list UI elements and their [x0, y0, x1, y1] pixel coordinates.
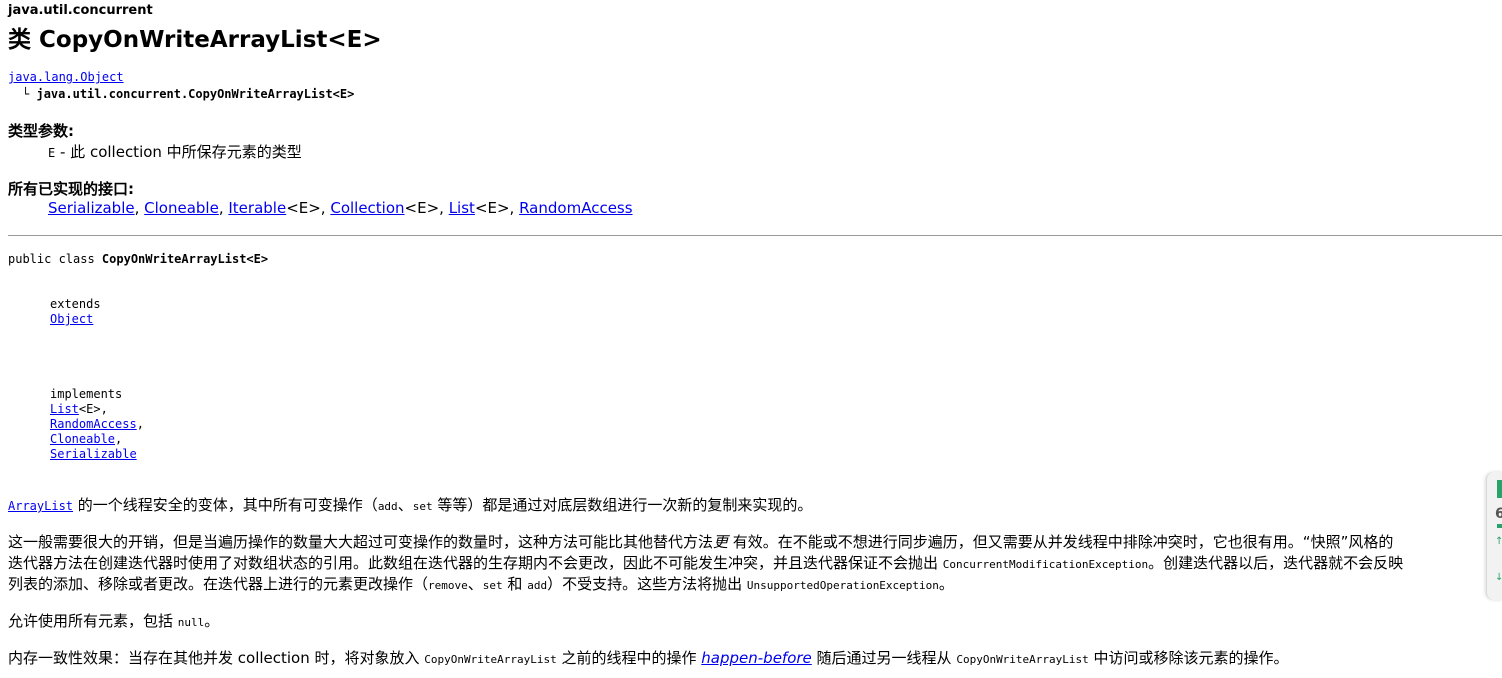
- description-text: 和: [502, 575, 528, 593]
- description-paragraph-1: ArrayList 的一个线程安全的变体，其中所有可变操作（add、set 等等…: [8, 495, 1502, 517]
- interface-cloneable-link[interactable]: Cloneable: [144, 199, 219, 217]
- extends-keyword: extends: [50, 297, 101, 311]
- implements-entry: Cloneable,: [50, 432, 122, 446]
- interface-suffix: <E>,: [286, 199, 331, 217]
- javadoc-page: java.util.concurrent 类 CopyOnWriteArrayL…: [0, 0, 1502, 678]
- interface-serializable-link[interactable]: Serializable: [48, 199, 135, 217]
- implements-entry: RandomAccess,: [50, 417, 144, 431]
- description-text: 的一个线程安全的变体，其中所有可变操作（: [73, 496, 378, 514]
- description-text: 中访问或移除该元素的操作。: [1088, 649, 1289, 667]
- inheritance-class-name: java.util.concurrent.CopyOnWriteArrayLis…: [36, 87, 355, 101]
- interfaces-label: 所有已实现的接口:: [8, 180, 134, 198]
- declaration-class-name: CopyOnWriteArrayList<E>: [101, 252, 269, 266]
- widget-digit: 6: [1495, 506, 1502, 522]
- extends-entry: Object: [50, 312, 93, 326]
- description-text: 迭代器方法在创建迭代器时使用了对数组状态的引用。此数组在迭代器的生存期内不会更改…: [8, 554, 943, 572]
- inheritance-tree-root: java.lang.Object: [8, 70, 124, 84]
- implements-entry: Serializable: [50, 447, 137, 461]
- code-class-name: CopyOnWriteArrayList: [424, 653, 557, 666]
- widget-bar-icon: [1497, 480, 1502, 498]
- interface-randomaccess-link[interactable]: RandomAccess: [519, 199, 632, 217]
- description-paragraph-4: 内存一致性效果：当存在其他并发 collection 时，将对象放入 CopyO…: [8, 648, 1502, 670]
- arrow-up-icon[interactable]: ↑: [1495, 536, 1502, 547]
- arraylist-link[interactable]: ArrayList: [8, 499, 73, 513]
- interface-iterable-link[interactable]: Iterable: [228, 199, 286, 217]
- section-divider: [8, 235, 1502, 236]
- implements-randomaccess-link[interactable]: RandomAccess: [50, 417, 137, 431]
- implements-cloneable-link[interactable]: Cloneable: [50, 432, 115, 446]
- description-text: 这一般需要很大的开销，但是当遍历操作的数量大大超过可变操作的数量时，这种方法可能…: [8, 533, 714, 551]
- interfaces-list: Serializable, Cloneable, Iterable<E>, Co…: [48, 199, 633, 217]
- interface-suffix: ,: [134, 199, 145, 217]
- type-params-value: E - 此 collection 中所保存元素的类型: [48, 141, 302, 162]
- interface-suffix: <E>,: [404, 199, 449, 217]
- description-text: 、: [467, 575, 483, 593]
- description-text: 之前的线程中的操作: [556, 649, 702, 667]
- java-lang-object-link[interactable]: java.lang.Object: [8, 70, 124, 84]
- code-concurrent-modification-exception: ConcurrentModificationException: [942, 558, 1149, 571]
- description-text: 等等）都是通过对底层数组进行一次新的复制来实现的。: [432, 496, 813, 514]
- description-paragraph-2-line-2: 迭代器方法在创建迭代器时使用了对数组状态的引用。此数组在迭代器的生存期内不会更改…: [8, 553, 1502, 575]
- description-text: 列表的添加、移除或者更改。在迭代器上进行的元素更改操作（: [8, 575, 429, 593]
- class-declaration: public class CopyOnWriteArrayList<E>: [8, 252, 268, 266]
- description-text: 内存一致性效果：当存在其他并发 collection 时，将对象放入: [8, 649, 425, 667]
- implements-suffix: <E>,: [78, 402, 108, 416]
- implements-list-link[interactable]: List: [50, 402, 79, 416]
- description-paragraph-2-line-3: 列表的添加、移除或者更改。在迭代器上进行的元素更改操作（remove、set 和…: [8, 574, 1502, 596]
- inheritance-tree-child: └ java.util.concurrent.CopyOnWriteArrayL…: [22, 87, 354, 101]
- arrow-down-icon[interactable]: ↓: [1495, 572, 1502, 583]
- declaration-prefix: public class: [8, 252, 102, 266]
- widget-bar-icon: [1497, 524, 1502, 528]
- code-set: set: [482, 579, 503, 592]
- side-floating-widget[interactable]: 6 ↑ ↓: [1486, 472, 1502, 600]
- implements-serializable-link[interactable]: Serializable: [50, 447, 137, 461]
- code-set: set: [412, 500, 433, 513]
- code-add: add: [527, 579, 548, 592]
- interface-collection-link[interactable]: Collection: [330, 199, 404, 217]
- description-text: 。: [204, 612, 220, 630]
- implements-suffix: ,: [115, 432, 123, 446]
- happen-before-link[interactable]: happen-before: [701, 649, 812, 667]
- code-remove: remove: [428, 579, 468, 592]
- emphasis-text: 更: [713, 533, 729, 551]
- code-class-name: CopyOnWriteArrayList: [956, 653, 1089, 666]
- extends-object-link[interactable]: Object: [50, 312, 93, 326]
- type-param-desc: - 此 collection 中所保存元素的类型: [55, 143, 302, 161]
- implements-keyword: implements: [50, 387, 123, 401]
- description-paragraph-3: 允许使用所有元素，包括 null。: [8, 611, 1502, 633]
- description-text: 、: [397, 496, 413, 514]
- interface-list-link[interactable]: List: [449, 199, 475, 217]
- class-title: 类 CopyOnWriteArrayList<E>: [8, 27, 382, 53]
- description-text: ）不受支持。这些方法将抛出: [547, 575, 747, 593]
- code-add: add: [377, 500, 398, 513]
- description-text: 有效。在不能或不想进行同步遍历，但又需要从并发线程中排除冲突时，它也很有用。“快…: [728, 533, 1394, 551]
- description-text: 随后通过另一线程从: [811, 649, 957, 667]
- interface-suffix: ,: [218, 199, 229, 217]
- code-unsupported-operation-exception: UnsupportedOperationException: [746, 579, 939, 592]
- package-name: java.util.concurrent: [8, 3, 153, 18]
- description-text: 。: [938, 575, 954, 593]
- type-params-label: 类型参数:: [8, 122, 74, 140]
- description-paragraph-2-line-1: 这一般需要很大的开销，但是当遍历操作的数量大大超过可变操作的数量时，这种方法可能…: [8, 532, 1502, 552]
- implements-entry: List<E>,: [50, 402, 108, 416]
- description-text: 允许使用所有元素，包括: [8, 612, 178, 630]
- description-text: 。创建迭代器以后，迭代器就不会反映: [1148, 554, 1404, 572]
- interface-suffix: <E>,: [474, 199, 520, 217]
- code-null: null: [177, 616, 205, 629]
- implements-suffix: ,: [136, 417, 144, 431]
- tree-branch-icon: └: [22, 87, 30, 101]
